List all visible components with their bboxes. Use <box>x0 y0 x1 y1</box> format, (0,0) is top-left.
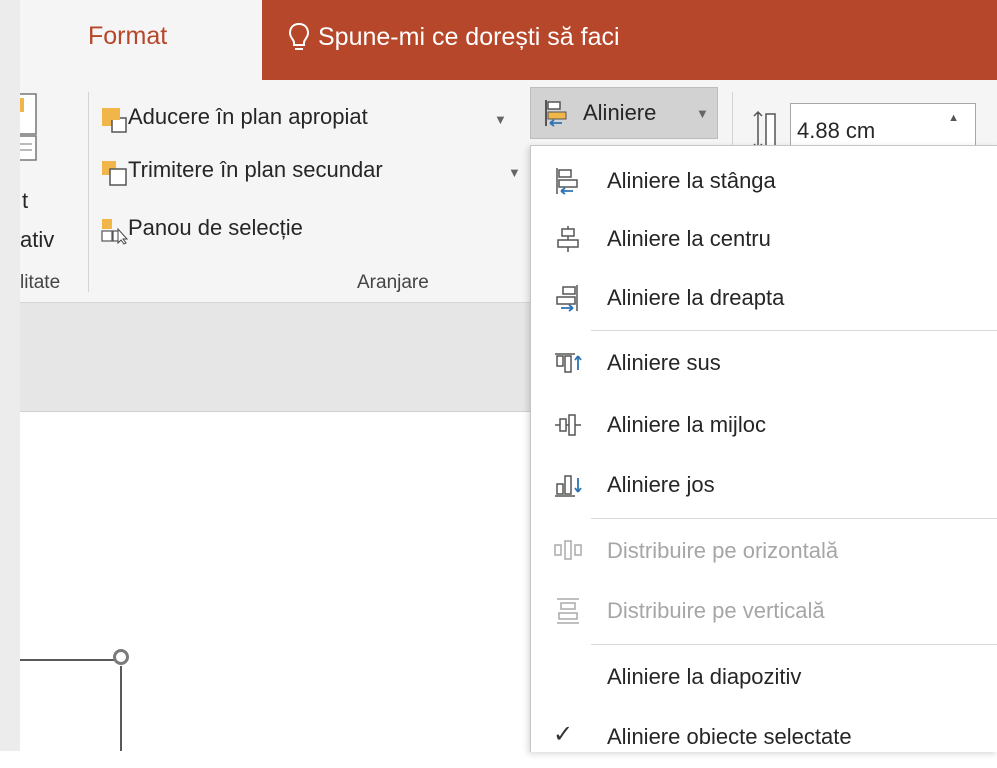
shape-height-input[interactable]: 4.88 cm ▲ <box>790 103 976 149</box>
align-center-icon <box>557 226 579 252</box>
menu-item-align-top[interactable]: Aliniere sus <box>531 334 997 394</box>
menu-item-label: Aliniere obiecte selectate <box>607 724 852 749</box>
send-backward-icon <box>102 161 127 186</box>
send-backward-dropdown-icon[interactable]: ▼ <box>508 165 521 180</box>
menu-item-label: Aliniere sus <box>607 350 721 375</box>
window-left-edge <box>0 0 20 751</box>
alt-text-icon <box>20 93 37 161</box>
tell-me-box[interactable]: Spune-mi ce dorești să faci <box>262 0 997 80</box>
align-dropdown-menu: Aliniere la stânga Aliniere la centru Al… <box>530 145 997 752</box>
menu-item-distribute-horizontal: Distribuire pe orizontală <box>531 522 997 582</box>
align-middle-icon <box>555 414 581 436</box>
align-left-icon <box>556 168 578 195</box>
menu-item-label: Aliniere la mijloc <box>607 412 766 437</box>
shape-height-value: 4.88 cm <box>797 118 876 143</box>
menu-separator <box>591 644 997 645</box>
align-left-icon <box>545 100 567 127</box>
align-button[interactable]: Aliniere ▼ <box>530 87 718 139</box>
align-button-label: Aliniere <box>583 100 657 125</box>
group-separator <box>88 92 89 292</box>
menu-item-label: Distribuire pe orizontală <box>607 538 839 563</box>
menu-item-align-center[interactable]: Aliniere la centru <box>531 210 997 270</box>
menu-item-label: Aliniere jos <box>607 472 715 497</box>
menu-item-align-bottom[interactable]: Aliniere jos <box>531 456 997 516</box>
menu-separator <box>591 518 997 519</box>
menu-item-align-selected-objects[interactable]: ✓ Aliniere obiecte selectate <box>531 708 997 768</box>
distribute-vertical-icon <box>557 598 579 624</box>
menu-separator <box>591 330 997 331</box>
tell-me-label: Spune-mi ce dorești să faci <box>318 23 620 51</box>
menu-item-label: Aliniere la dreapta <box>607 285 785 310</box>
menu-item-label: Aliniere la centru <box>607 226 771 251</box>
group-separator-2 <box>732 92 733 152</box>
send-backward-label: Trimitere în plan secundar <box>128 157 383 182</box>
spin-up-icon[interactable]: ▲ <box>948 112 959 124</box>
bring-forward-label: Aducere în plan apropiat <box>128 104 368 129</box>
bring-forward-icon <box>102 108 127 133</box>
menu-item-align-left[interactable]: Aliniere la stânga <box>531 152 997 212</box>
shape-height-icon <box>753 110 776 150</box>
connector-handle[interactable] <box>113 649 129 665</box>
align-bottom-icon <box>555 475 582 497</box>
lightbulb-icon <box>288 22 310 50</box>
menu-item-label: Aliniere la diapozitiv <box>607 664 802 689</box>
menu-item-label: Aliniere la stânga <box>607 168 776 193</box>
menu-item-align-to-slide[interactable]: Aliniere la diapozitiv <box>531 648 997 708</box>
checkmark-icon: ✓ <box>553 721 574 748</box>
menu-item-align-right[interactable]: Aliniere la dreapta <box>531 269 997 329</box>
alt-text-label-line2[interactable]: ativ <box>20 227 54 253</box>
align-top-icon <box>555 353 582 373</box>
menu-item-distribute-vertical: Distribuire pe verticală <box>531 582 997 642</box>
align-dropdown-icon: ▼ <box>696 106 709 121</box>
distribute-horizontal-icon <box>554 540 582 560</box>
connector-line-horizontal[interactable] <box>20 659 120 661</box>
bring-forward-dropdown-icon[interactable]: ▼ <box>494 112 507 127</box>
arrange-group-label: Aranjare <box>357 272 429 293</box>
align-right-icon <box>556 285 578 312</box>
send-backward-button[interactable]: Trimitere în plan secundar ▼ <box>100 157 521 187</box>
menu-item-label: Distribuire pe verticală <box>607 598 825 623</box>
connector-line-vertical[interactable] <box>120 666 122 751</box>
selection-pane-button[interactable]: Panou de selecție <box>100 215 400 245</box>
selection-pane-icon <box>101 219 128 245</box>
selection-pane-label: Panou de selecție <box>128 215 303 240</box>
accessibility-group-label: litate <box>20 272 61 293</box>
bring-forward-button[interactable]: Aducere în plan apropiat ▼ <box>100 104 520 134</box>
tab-format[interactable]: Format <box>88 22 167 51</box>
menu-item-align-middle[interactable]: Aliniere la mijloc <box>531 396 997 456</box>
alt-text-label-line1[interactable]: t <box>22 188 28 214</box>
